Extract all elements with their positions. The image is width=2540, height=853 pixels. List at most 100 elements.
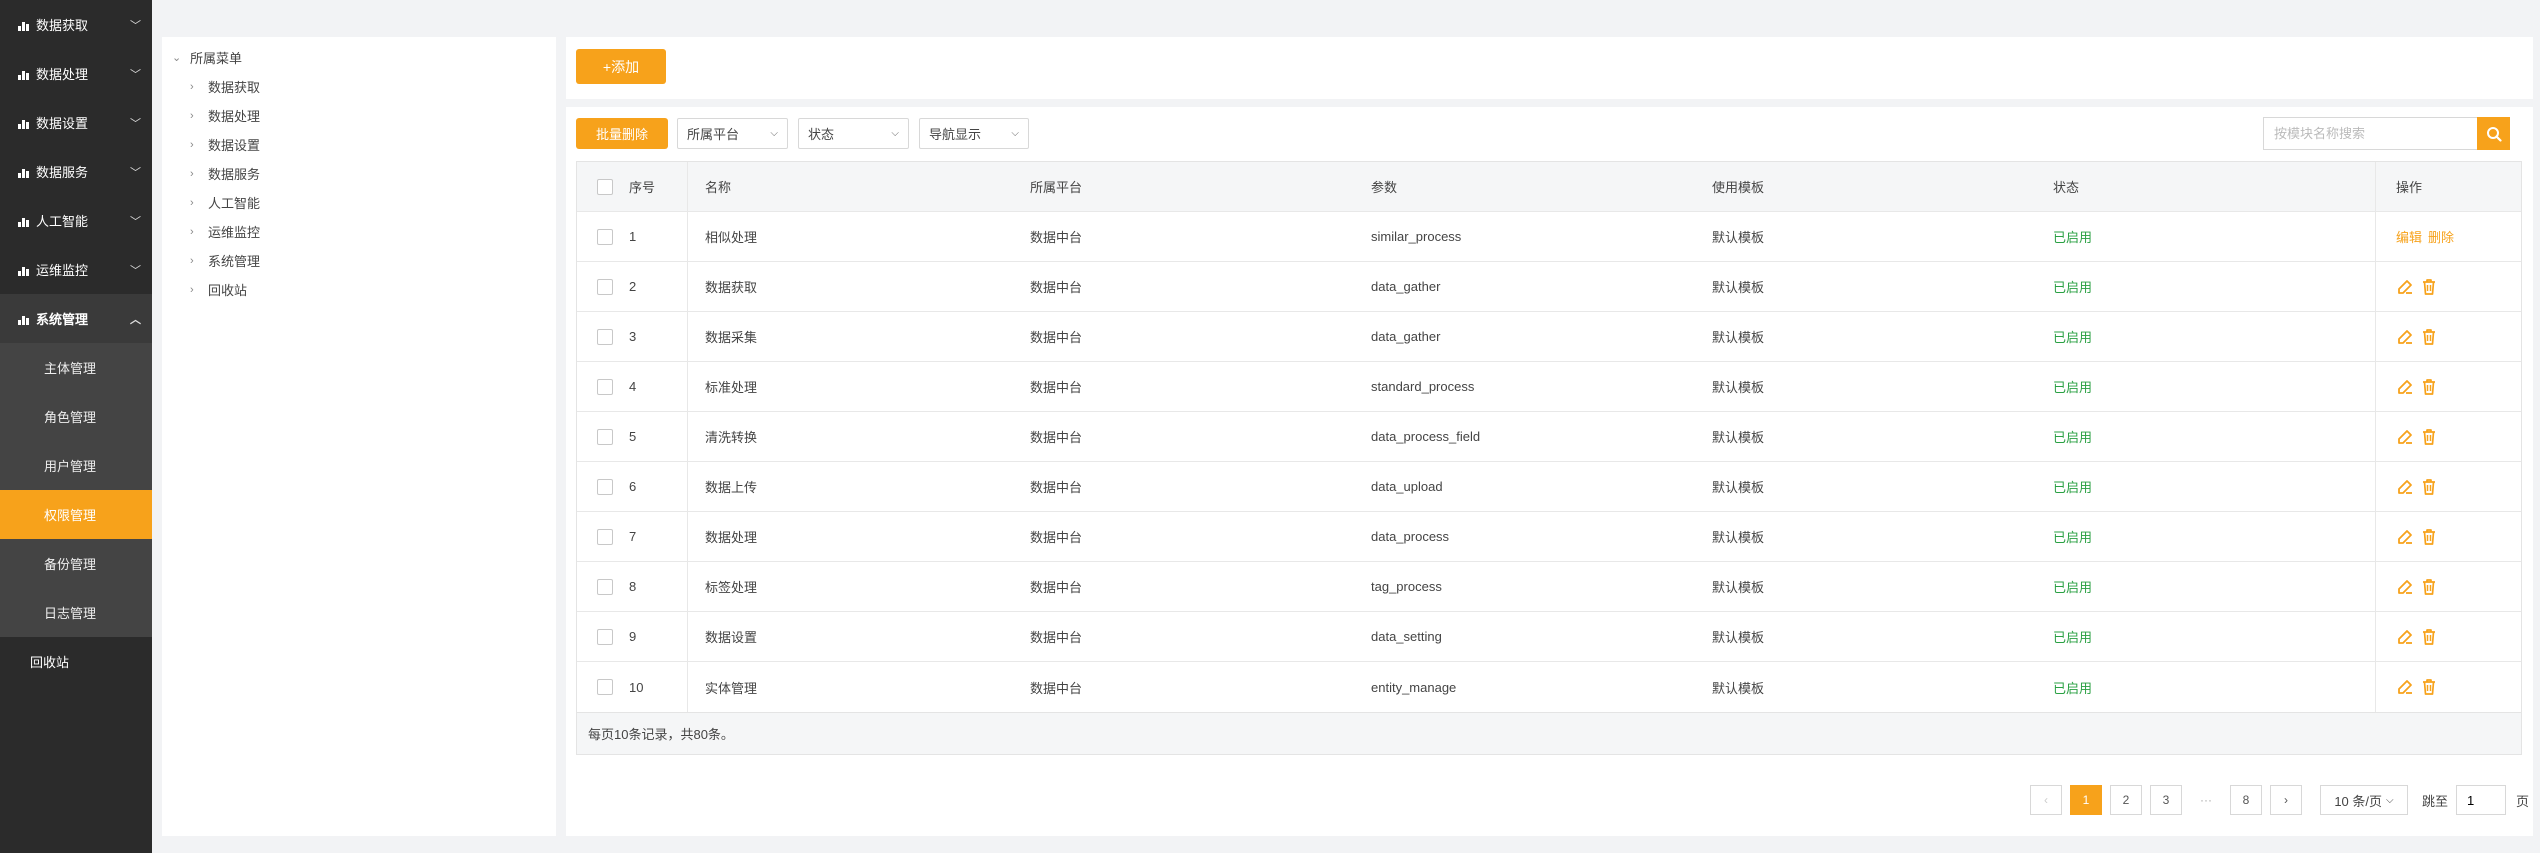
page-button[interactable]: 1 [2069, 785, 2102, 815]
cell-platform: 数据中台 [1030, 680, 1083, 696]
tree-node[interactable]: › 人工智能 [162, 188, 556, 217]
trash-icon[interactable] [2420, 278, 2438, 296]
edit-icon[interactable] [2396, 428, 2414, 446]
next-page-button[interactable]: › [2269, 785, 2302, 815]
cell-name: 标准处理 [705, 380, 758, 395]
page-size-select[interactable]: 10 条/页 ⌵ [2319, 785, 2408, 815]
chevron-down-icon: ﹀ [130, 19, 141, 32]
tree-node-label: 数据设置 [208, 138, 261, 153]
search-icon [2486, 126, 2502, 142]
header-name: 名称 [705, 180, 732, 195]
tree-node-label: 数据服务 [208, 167, 261, 182]
cell-index: 5 [606, 412, 688, 461]
sidebar-subitem[interactable]: 主体管理 [0, 343, 152, 392]
edit-link[interactable]: 编辑 [2396, 227, 2422, 246]
edit-icon[interactable] [2396, 478, 2414, 496]
sidebar-subitem[interactable]: 日志管理 [0, 588, 152, 637]
header-ops: 操作 [2375, 162, 2521, 211]
search-button[interactable] [2477, 117, 2510, 150]
sidebar-group-system[interactable]: 系统管理 ︿ [0, 294, 152, 343]
sidebar-subitem[interactable]: 备份管理 [0, 539, 152, 588]
chevron-up-icon: ︿ [130, 313, 141, 326]
chevron-right-icon: › [190, 80, 194, 93]
tree-node[interactable]: › 数据服务 [162, 159, 556, 188]
table-row: 7 数据处理 数据中台 data_process 默认模板 已启用 [577, 512, 2521, 562]
edit-icon[interactable] [2396, 328, 2414, 346]
tree-node[interactable]: › 数据获取 [162, 72, 556, 101]
sidebar-item[interactable]: 运维监控 ﹀ [0, 245, 152, 294]
sidebar-item[interactable]: 人工智能 ﹀ [0, 196, 152, 245]
tree-node[interactable]: › 运维监控 [162, 217, 556, 246]
sidebar-item-recycle[interactable]: 回收站 [0, 637, 152, 686]
tree-node[interactable]: › 数据设置 [162, 130, 556, 159]
tree-root[interactable]: ⌄ 所属菜单 [162, 43, 556, 72]
edit-icon[interactable] [2396, 528, 2414, 546]
edit-icon[interactable] [2396, 578, 2414, 596]
jump-page-input[interactable] [2455, 785, 2506, 815]
cell-status: 已启用 [2053, 330, 2093, 345]
cell-platform: 数据中台 [1030, 630, 1083, 645]
page-button[interactable]: 3 [2149, 785, 2182, 815]
sidebar-item[interactable]: 数据获取 ﹀ [0, 0, 152, 49]
chevron-down-icon: ⌵ [891, 128, 899, 139]
menu-tree: ⌄ 所属菜单 › 数据获取 › 数据处理 › 数据设置 › 数据服务 › 人工智能 › 运维监控 › 系统… [162, 37, 556, 836]
sidebar-item[interactable]: 数据设置 ﹀ [0, 98, 152, 147]
batch-delete-button[interactable]: 批量删除 [576, 118, 668, 149]
sidebar-subitem[interactable]: 权限管理 [0, 490, 152, 539]
add-button[interactable]: +添加 [576, 49, 666, 84]
sidebar-subitem[interactable]: 用户管理 [0, 441, 152, 490]
pagination: ‹ 123 ··· 8 › 10 条/页 ⌵ 跳至 页 [2022, 785, 2533, 815]
nav-display-select[interactable]: 导航显示 ⌵ [919, 118, 1029, 149]
sidebar-item[interactable]: 数据处理 ﹀ [0, 49, 152, 98]
edit-icon[interactable] [2396, 678, 2414, 696]
cell-param: similar_process [1371, 229, 1462, 244]
header-index: 序号 [606, 162, 688, 211]
cell-platform: 数据中台 [1030, 230, 1083, 245]
edit-icon[interactable] [2396, 628, 2414, 646]
cell-platform: 数据中台 [1030, 580, 1083, 595]
prev-page-button[interactable]: ‹ [2029, 785, 2062, 815]
table-header: 序号 名称 所属平台 参数 使用模板 状态 操作 [577, 162, 2521, 212]
cell-status: 已启用 [2053, 430, 2093, 445]
header-template: 使用模板 [1712, 180, 1765, 195]
status-select[interactable]: 状态 ⌵ [798, 118, 909, 149]
chevron-down-icon: ⌵ [770, 128, 778, 139]
delete-link[interactable]: 删除 [2428, 227, 2454, 246]
page-button-last[interactable]: 8 [2229, 785, 2262, 815]
trash-icon[interactable] [2420, 428, 2438, 446]
tree-node[interactable]: › 回收站 [162, 275, 556, 304]
cell-platform: 数据中台 [1030, 480, 1083, 495]
trash-icon[interactable] [2420, 528, 2438, 546]
trash-icon[interactable] [2420, 678, 2438, 696]
table-row: 3 数据采集 数据中台 data_gather 默认模板 已启用 [577, 312, 2521, 362]
cell-param: data_process [1371, 529, 1450, 544]
tree-node[interactable]: › 数据处理 [162, 101, 556, 130]
edit-icon[interactable] [2396, 378, 2414, 396]
page-button[interactable]: 2 [2109, 785, 2142, 815]
cell-ops [2375, 562, 2521, 611]
trash-icon[interactable] [2420, 378, 2438, 396]
sidebar-item[interactable]: 数据服务 ﹀ [0, 147, 152, 196]
trash-icon[interactable] [2420, 628, 2438, 646]
tree-node-label: 系统管理 [208, 254, 261, 269]
cell-index: 8 [606, 562, 688, 611]
cell-status: 已启用 [2053, 280, 2093, 295]
sidebar-item-label: 数据获取 [36, 18, 89, 33]
sidebar-subitem[interactable]: 角色管理 [0, 392, 152, 441]
platform-select[interactable]: 所属平台 ⌵ [677, 118, 788, 149]
cell-param: data_setting [1371, 629, 1442, 644]
cell-ops [2375, 362, 2521, 411]
trash-icon[interactable] [2420, 328, 2438, 346]
trash-icon[interactable] [2420, 578, 2438, 596]
edit-icon[interactable] [2396, 278, 2414, 296]
cell-param: data_upload [1371, 479, 1443, 494]
table-row: 6 数据上传 数据中台 data_upload 默认模板 已启用 [577, 462, 2521, 512]
cell-template: 默认模板 [1712, 680, 1765, 696]
table-row: 10 实体管理 数据中台 entity_manage 默认模板 已启用 [577, 662, 2521, 712]
tree-node[interactable]: › 系统管理 [162, 246, 556, 275]
cell-name: 数据上传 [705, 480, 758, 495]
cell-ops [2375, 512, 2521, 561]
cell-param: data_gather [1371, 279, 1441, 294]
trash-icon[interactable] [2420, 478, 2438, 496]
search-input[interactable] [2263, 117, 2477, 150]
